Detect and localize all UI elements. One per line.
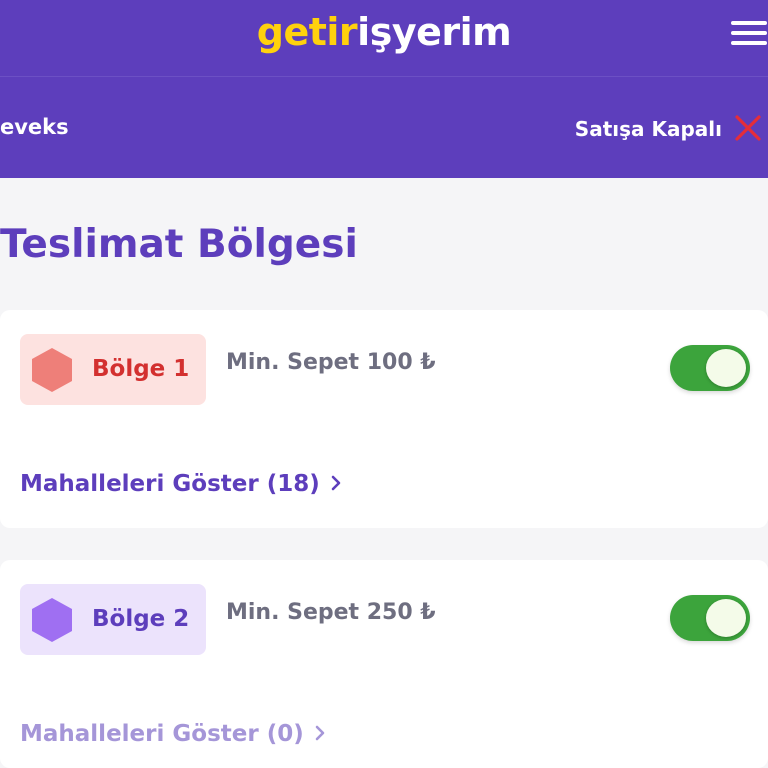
zone-card-1: Bölge 1 Min. Sepet 100 ₺ Mahalleleri Gös…: [0, 310, 768, 528]
zone-enabled-toggle[interactable]: [670, 345, 750, 391]
show-neighborhoods-link[interactable]: Mahalleleri Göster (18): [20, 468, 342, 500]
show-neighborhoods-label: Mahalleleri Göster (0): [20, 721, 304, 747]
hexagon-icon: [32, 348, 72, 392]
chevron-right-icon: [331, 475, 341, 491]
chevron-right-icon: [315, 725, 325, 741]
zone-badge: Bölge 1: [20, 334, 206, 405]
show-neighborhoods-label: Mahalleleri Göster (18): [20, 471, 320, 497]
zone-label: Bölge 1: [92, 356, 190, 382]
toggle-knob: [706, 599, 746, 637]
sales-status-button[interactable]: Satışa Kapalı: [575, 115, 722, 143]
hexagon-icon: [32, 598, 72, 642]
app-logo: getirişyerim: [0, 8, 768, 56]
zone-label: Bölge 2: [92, 606, 190, 632]
top-bar: getirişyerim: [0, 0, 768, 76]
min-basket-amount: Min. Sepet 250 ₺: [226, 600, 436, 625]
zone-badge: Bölge 2: [20, 584, 206, 655]
store-status-bar: eveks Satışa Kapalı: [0, 76, 768, 178]
zone-enabled-toggle[interactable]: [670, 595, 750, 641]
min-basket-amount: Min. Sepet 100 ₺: [226, 350, 436, 375]
close-icon[interactable]: [732, 112, 764, 144]
hamburger-menu-icon[interactable]: [731, 20, 767, 46]
zone-card-2: Bölge 2 Min. Sepet 250 ₺ Mahalleleri Gös…: [0, 560, 768, 768]
page-title: Teslimat Bölgesi: [0, 222, 358, 267]
logo-part-getir: getir: [256, 10, 358, 54]
logo-part-isyerim: işyerim: [357, 10, 512, 54]
toggle-knob: [706, 349, 746, 387]
show-neighborhoods-link[interactable]: Mahalleleri Göster (0): [20, 718, 326, 750]
store-name: eveks: [0, 115, 69, 139]
